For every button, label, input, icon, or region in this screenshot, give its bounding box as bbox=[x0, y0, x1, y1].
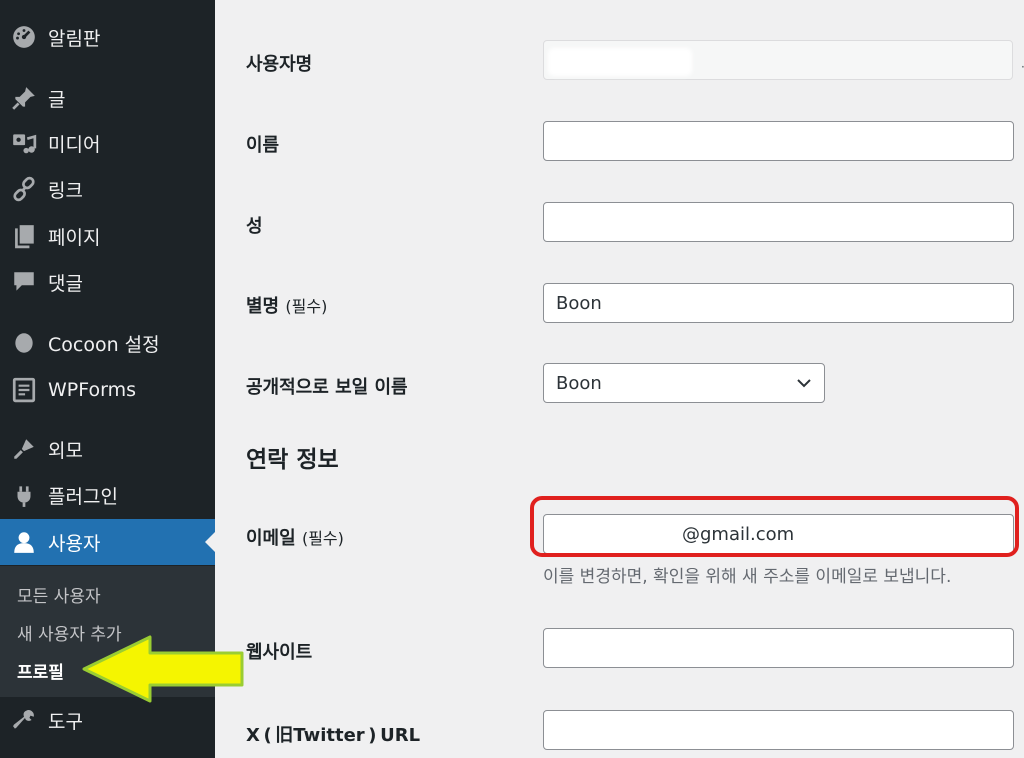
website-label: 웹사이트 bbox=[246, 642, 313, 663]
sidebar-item-label: 링크 bbox=[48, 179, 83, 202]
nickname-field[interactable]: Boon bbox=[543, 283, 1014, 323]
last-name-label: 성 bbox=[246, 216, 263, 237]
page-icon bbox=[0, 223, 48, 249]
email-highlight-box bbox=[530, 496, 1019, 557]
submenu-profile[interactable]: 프로필 bbox=[17, 658, 64, 683]
sidebar-item-links[interactable]: 링크 bbox=[0, 166, 215, 212]
sidebar-item-label: 댓글 bbox=[48, 272, 83, 295]
wrench-icon bbox=[0, 707, 48, 733]
plugin-icon bbox=[0, 482, 48, 508]
chevron-down-icon bbox=[797, 379, 811, 388]
pin-icon bbox=[0, 85, 48, 111]
submenu-all-users[interactable]: 모든 사용자 bbox=[17, 582, 101, 607]
sidebar-item-label: 플러그인 bbox=[48, 485, 118, 508]
email-label-text: 이메일 bbox=[246, 528, 296, 549]
profile-form: 사용자명 · 이름 성 별명 (필수) Boon 공개적으로 보일 이름 Boo… bbox=[215, 0, 1024, 758]
sidebar-item-cocoon[interactable]: Cocoon 설정 bbox=[0, 320, 215, 366]
sidebar-item-posts[interactable]: 글 bbox=[0, 75, 215, 121]
nickname-value: Boon bbox=[556, 292, 602, 314]
sidebar-item-plugins[interactable]: 플러그인 bbox=[0, 472, 215, 518]
sidebar-item-label: 사용자 bbox=[48, 532, 101, 555]
display-name-select[interactable]: Boon bbox=[543, 363, 825, 403]
redacted-username bbox=[548, 48, 692, 76]
display-name-value: Boon bbox=[556, 372, 602, 394]
required-marker: (필수) bbox=[301, 529, 344, 548]
dashboard-icon bbox=[0, 24, 48, 50]
user-icon bbox=[0, 529, 48, 555]
sidebar-item-media[interactable]: 미디어 bbox=[0, 120, 215, 166]
sidebar-item-label: 미디어 bbox=[48, 133, 101, 156]
email-description: 이를 변경하면, 확인을 위해 새 주소를 이메일로 보냅니다. bbox=[543, 567, 952, 587]
sidebar-item-comments[interactable]: 댓글 bbox=[0, 259, 215, 305]
twitter-field[interactable] bbox=[543, 710, 1014, 750]
first-name-label: 이름 bbox=[246, 135, 280, 156]
sidebar-item-label: 알림판 bbox=[48, 27, 101, 50]
link-icon bbox=[0, 176, 48, 202]
sidebar-item-users[interactable]: 사용자 bbox=[0, 519, 215, 565]
username-label: 사용자명 bbox=[246, 54, 313, 75]
sidebar-item-label: 글 bbox=[48, 88, 66, 111]
sidebar-item-label: 페이지 bbox=[48, 226, 101, 249]
brush-icon bbox=[0, 436, 48, 462]
nickname-label: 별명 (필수) bbox=[246, 292, 327, 318]
sidebar-item-label: 도구 bbox=[48, 710, 83, 733]
media-icon bbox=[0, 130, 48, 156]
required-marker: (필수) bbox=[285, 297, 328, 316]
website-field[interactable] bbox=[543, 628, 1014, 668]
sidebar-item-appearance[interactable]: 외모 bbox=[0, 426, 215, 472]
twitter-label: X ( 旧Twitter ) URL bbox=[246, 725, 421, 746]
sidebar-item-dashboard[interactable]: 알림판 bbox=[0, 14, 215, 60]
sidebar-item-label: WPForms bbox=[48, 379, 137, 401]
sidebar-item-wpforms[interactable]: WPForms bbox=[0, 367, 215, 413]
contact-section-title: 연락 정보 bbox=[246, 447, 339, 473]
sidebar-item-label: Cocoon 설정 bbox=[48, 333, 160, 356]
comment-icon bbox=[0, 269, 48, 295]
first-name-field[interactable] bbox=[543, 121, 1014, 161]
forms-icon bbox=[0, 377, 48, 403]
email-label: 이메일 (필수) bbox=[246, 524, 344, 550]
circle-icon bbox=[0, 330, 48, 356]
nickname-label-text: 별명 bbox=[246, 296, 280, 317]
last-name-field[interactable] bbox=[543, 202, 1014, 242]
sidebar-item-pages[interactable]: 페이지 bbox=[0, 213, 215, 259]
display-name-label: 공개적으로 보일 이름 bbox=[246, 377, 408, 398]
sidebar-item-label: 외모 bbox=[48, 439, 83, 462]
